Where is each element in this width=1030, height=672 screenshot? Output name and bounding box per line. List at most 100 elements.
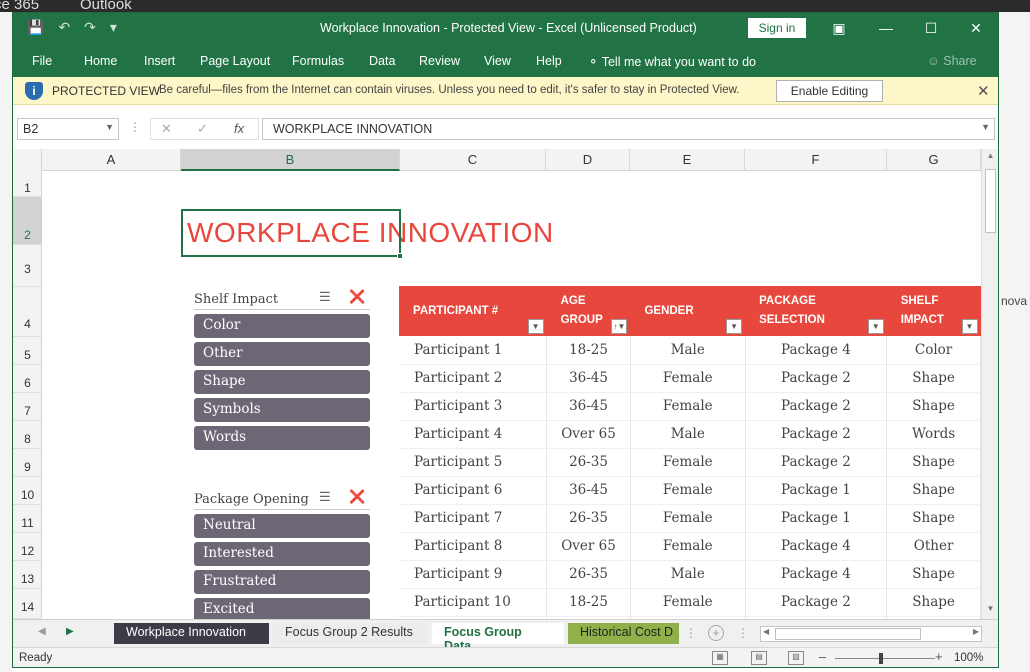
table-cell[interactable]: Package 1	[745, 504, 888, 533]
sheet-tab-historical-cost[interactable]: Historical Cost D	[568, 623, 679, 644]
save-icon[interactable]: 💾	[27, 19, 44, 36]
horizontal-scrollbar[interactable]: ◀ ▶	[760, 626, 982, 642]
slicer-item[interactable]: Shape	[194, 370, 370, 394]
confirm-icon[interactable]: ✓	[197, 121, 208, 137]
scroll-left-icon[interactable]: ◀	[763, 627, 769, 636]
slicer-item[interactable]: Interested	[194, 542, 370, 566]
close-icon[interactable]: ✕	[977, 82, 990, 100]
table-cell[interactable]: Package 2	[745, 420, 888, 449]
table-cell[interactable]: Words	[886, 420, 981, 449]
add-sheet-icon[interactable]: +	[708, 625, 724, 641]
multi-select-icon[interactable]: ☰	[319, 289, 331, 305]
table-cell[interactable]: 36-45	[546, 476, 631, 505]
table-cell[interactable]: Male	[630, 420, 746, 449]
row-header[interactable]: 12	[13, 533, 42, 561]
row-header[interactable]: 5	[13, 337, 42, 365]
table-cell[interactable]: Package 4	[745, 336, 888, 365]
tab-insert[interactable]: Insert	[144, 54, 175, 68]
filter-dropdown-icon[interactable]: ▼	[961, 319, 978, 334]
table-cell[interactable]: 36-45	[546, 392, 631, 421]
table-cell[interactable]: 18-25	[546, 336, 631, 365]
table-cell[interactable]: Participant 9	[399, 560, 548, 589]
zoom-out-button[interactable]: –	[819, 649, 826, 664]
insert-function-icon[interactable]: fx	[234, 121, 244, 136]
table-cell[interactable]: Over 65	[546, 420, 631, 449]
table-cell[interactable]: Female	[630, 588, 746, 617]
table-cell[interactable]: 36-45	[546, 364, 631, 393]
table-cell[interactable]: Color	[886, 336, 981, 365]
table-cell[interactable]: Package 2	[745, 448, 888, 477]
slicer-item[interactable]: Words	[194, 426, 370, 450]
vertical-scrollbar[interactable]: ▲ ▼	[981, 149, 998, 619]
column-header-a[interactable]: A	[42, 149, 181, 171]
table-cell[interactable]: 26-35	[546, 504, 631, 533]
scroll-thumb[interactable]	[775, 628, 921, 640]
row-header[interactable]: 6	[13, 365, 42, 393]
tab-file[interactable]: File	[32, 54, 52, 68]
table-cell[interactable]: Package 2	[745, 392, 888, 421]
slicer-item[interactable]: Color	[194, 314, 370, 338]
table-cell[interactable]: Package 4	[745, 560, 888, 589]
slicer-item[interactable]: Neutral	[194, 514, 370, 538]
table-cell[interactable]: Shape	[886, 588, 981, 617]
table-cell[interactable]: Participant 3	[399, 392, 548, 421]
filter-dropdown-icon[interactable]: ▼	[867, 319, 884, 334]
table-cell[interactable]: Package 2	[745, 364, 888, 393]
fill-handle[interactable]	[397, 253, 403, 259]
row-header[interactable]: 4	[13, 287, 42, 337]
more-options-icon[interactable]: ⋮	[129, 120, 141, 134]
table-cell[interactable]: Over 65	[546, 532, 631, 561]
page-break-view-icon[interactable]: ▧	[788, 651, 804, 665]
row-header[interactable]: 13	[13, 561, 42, 589]
scroll-thumb[interactable]	[985, 169, 996, 233]
name-box[interactable]: B2 ▼	[17, 118, 119, 140]
select-all-corner[interactable]	[13, 149, 42, 171]
sheet-tab-focus-group-2[interactable]: Focus Group 2 Results	[273, 623, 428, 644]
row-header[interactable]: 7	[13, 393, 42, 421]
column-header-e[interactable]: E	[630, 149, 745, 171]
scroll-down-icon[interactable]: ▼	[984, 604, 997, 616]
minimize-button[interactable]: —	[875, 18, 897, 38]
next-sheet-icon[interactable]: ▶	[66, 626, 74, 637]
enable-editing-button[interactable]: Enable Editing	[776, 80, 883, 102]
tab-data[interactable]: Data	[369, 54, 395, 68]
ribbon-display-options-icon[interactable]: ▣	[828, 18, 850, 38]
row-header[interactable]: 8	[13, 421, 42, 449]
scroll-up-icon[interactable]: ▲	[984, 151, 997, 163]
clear-filter-icon[interactable]: ❌	[349, 289, 365, 305]
row-header[interactable]: 1	[13, 171, 42, 197]
table-cell[interactable]: Shape	[886, 448, 981, 477]
slicer-item[interactable]: Excited	[194, 598, 370, 619]
table-cell[interactable]: Shape	[886, 392, 981, 421]
tab-review[interactable]: Review	[419, 54, 460, 68]
undo-icon[interactable]: ↶	[58, 19, 70, 36]
table-cell[interactable]: Participant 8	[399, 532, 548, 561]
slicer-item[interactable]: Frustrated	[194, 570, 370, 594]
clear-filter-icon[interactable]: ❌	[349, 489, 365, 505]
table-cell[interactable]: Participant 1	[399, 336, 548, 365]
previous-sheet-icon[interactable]: ◀	[38, 626, 46, 637]
table-cell[interactable]: 26-35	[546, 560, 631, 589]
table-cell[interactable]: Participant 7	[399, 504, 548, 533]
table-cell[interactable]: Shape	[886, 560, 981, 589]
column-header-c[interactable]: C	[400, 149, 546, 171]
filter-dropdown-icon[interactable]: ▼	[527, 319, 544, 334]
table-cell[interactable]: 18-25	[546, 588, 631, 617]
column-header-d[interactable]: D	[546, 149, 630, 171]
table-cell[interactable]: Female	[630, 364, 746, 393]
normal-view-icon[interactable]: ▦	[712, 651, 728, 665]
table-cell[interactable]: Shape	[886, 364, 981, 393]
tab-overflow-dots[interactable]: ⋮	[685, 626, 697, 640]
slicer-item[interactable]: Symbols	[194, 398, 370, 422]
sheet-tab-focus-group-data[interactable]: Focus Group Data	[432, 623, 564, 653]
table-cell[interactable]: Female	[630, 532, 746, 561]
tab-page-layout[interactable]: Page Layout	[200, 54, 270, 68]
table-cell[interactable]: Female	[630, 448, 746, 477]
tell-me-search[interactable]: ⚬ Tell me what you want to do	[588, 54, 756, 69]
tab-formulas[interactable]: Formulas	[292, 54, 344, 68]
table-cell[interactable]: Package 2	[745, 588, 888, 617]
table-cell[interactable]: Participant 4	[399, 420, 548, 449]
row-header-selected[interactable]: 2	[13, 197, 42, 245]
table-cell[interactable]: Female	[630, 504, 746, 533]
expand-formula-bar-icon[interactable]: ▼	[981, 122, 990, 132]
